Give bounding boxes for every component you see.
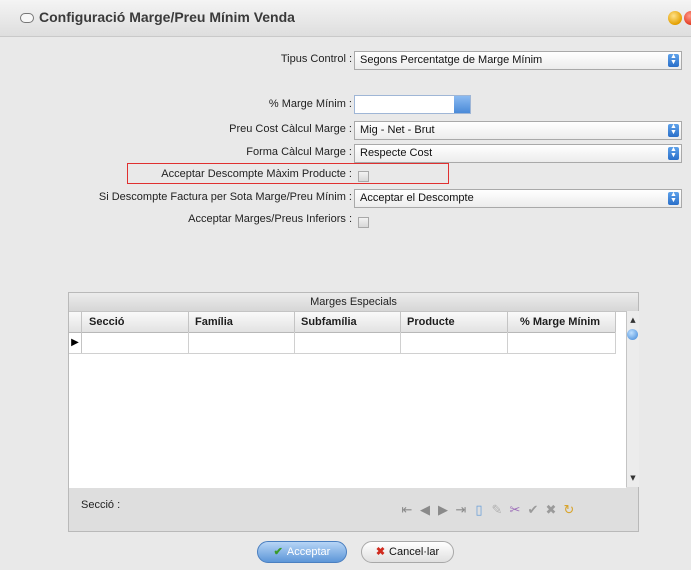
- si-descompte-label: Si Descompte Factura per Sota Marge/Preu…: [98, 191, 352, 203]
- dropdown-arrow-icon: ▲ ▼: [668, 191, 679, 205]
- forma-calcul-label: Forma Càlcul Marge :: [246, 146, 352, 158]
- column-header-subfamilia[interactable]: Subfamília: [295, 312, 401, 332]
- edit-icon[interactable]: ✎: [489, 503, 505, 519]
- cell-marge-minim[interactable]: [508, 332, 616, 353]
- marge-minim-input[interactable]: [354, 95, 471, 114]
- acceptar-descompte-label: Acceptar Descompte Màxim Producte :: [161, 168, 352, 180]
- scroll-thumb[interactable]: [627, 329, 638, 340]
- column-header-producte[interactable]: Producte: [401, 312, 508, 332]
- forma-calcul-value: Respecte Cost: [360, 147, 433, 159]
- tipus-control-label: Tipus Control :: [280, 53, 352, 65]
- last-icon[interactable]: ⇥: [453, 503, 469, 519]
- cell-familia[interactable]: [189, 332, 295, 353]
- cross-icon: ✖: [375, 546, 386, 558]
- cell-producte[interactable]: [401, 332, 508, 353]
- db-navigator: ⇤ ◀ ▶ ⇥ ▯ ✎ ✂ ✔ ✖ ↻: [399, 503, 579, 519]
- scroll-up-icon[interactable]: ▲: [627, 315, 639, 325]
- si-descompte-value: Acceptar el Descompte: [360, 192, 474, 204]
- preu-cost-value: Mig - Net - Brut: [360, 124, 435, 136]
- seccio-footer-label: Secció :: [81, 499, 121, 511]
- preu-cost-select[interactable]: Mig - Net - Brut ▲ ▼: [354, 121, 682, 140]
- dropdown-arrow-icon: ▲ ▼: [668, 146, 679, 160]
- column-header-marge-minim[interactable]: % Marge Mínim: [508, 312, 616, 332]
- first-icon[interactable]: ⇤: [399, 503, 415, 519]
- acceptar-descompte-checkbox[interactable]: [358, 171, 369, 182]
- forma-calcul-select[interactable]: Respecte Cost ▲ ▼: [354, 144, 682, 163]
- grid-caption: Marges Especials: [69, 293, 638, 311]
- acceptar-marges-checkbox[interactable]: [358, 217, 369, 228]
- tipus-control-select[interactable]: Segons Percentatge de Marge Mínim ▲ ▼: [354, 51, 682, 70]
- dropdown-arrow-icon: ▲ ▼: [668, 53, 679, 67]
- marges-especials-panel: Marges Especials Secció Família Subfamíl…: [68, 292, 639, 532]
- delete-icon[interactable]: ✂: [507, 503, 523, 519]
- column-header-seccio[interactable]: Secció: [81, 312, 189, 332]
- check-icon: ✔: [273, 546, 283, 558]
- refresh-icon[interactable]: ↻: [561, 503, 577, 519]
- cell-seccio[interactable]: [81, 332, 189, 353]
- column-header-familia[interactable]: Família: [189, 312, 295, 332]
- prior-icon[interactable]: ◀: [417, 503, 433, 519]
- window-menu-icon[interactable]: [20, 13, 34, 23]
- window-title: Configuració Marge/Preu Mínim Venda: [39, 9, 295, 25]
- si-descompte-select[interactable]: Acceptar el Descompte ▲ ▼: [354, 189, 682, 208]
- scroll-down-icon[interactable]: ▼: [627, 473, 639, 483]
- dropdown-arrow-icon: ▲ ▼: [668, 123, 679, 137]
- table-row[interactable]: ▶: [69, 332, 616, 354]
- close-button[interactable]: [684, 11, 691, 25]
- acceptar-marges-label: Acceptar Marges/Preus Inferiors :: [188, 213, 352, 225]
- cancel-icon[interactable]: ✖: [543, 503, 559, 519]
- spin-button[interactable]: [454, 96, 470, 113]
- accept-button[interactable]: ✔ Acceptar: [257, 541, 347, 563]
- next-icon[interactable]: ▶: [435, 503, 451, 519]
- cell-subfamilia[interactable]: [295, 332, 401, 353]
- marge-minim-label: % Marge Mínim :: [268, 98, 352, 110]
- preu-cost-label: Preu Cost Càlcul Marge :: [229, 123, 352, 135]
- tipus-control-value: Segons Percentatge de Marge Mínim: [360, 54, 543, 66]
- vertical-scrollbar[interactable]: ▲ ▼: [626, 311, 639, 487]
- minimize-button[interactable]: [668, 11, 682, 25]
- marges-grid[interactable]: Secció Família Subfamília Producte % Mar…: [69, 311, 626, 488]
- post-icon[interactable]: ✔: [525, 503, 541, 519]
- title-bar: Configuració Marge/Preu Mínim Venda: [0, 0, 691, 37]
- insert-icon[interactable]: ▯: [471, 503, 487, 519]
- grid-header: Secció Família Subfamília Producte % Mar…: [69, 312, 616, 333]
- cancel-button[interactable]: ✖ Cancel·lar: [361, 541, 454, 563]
